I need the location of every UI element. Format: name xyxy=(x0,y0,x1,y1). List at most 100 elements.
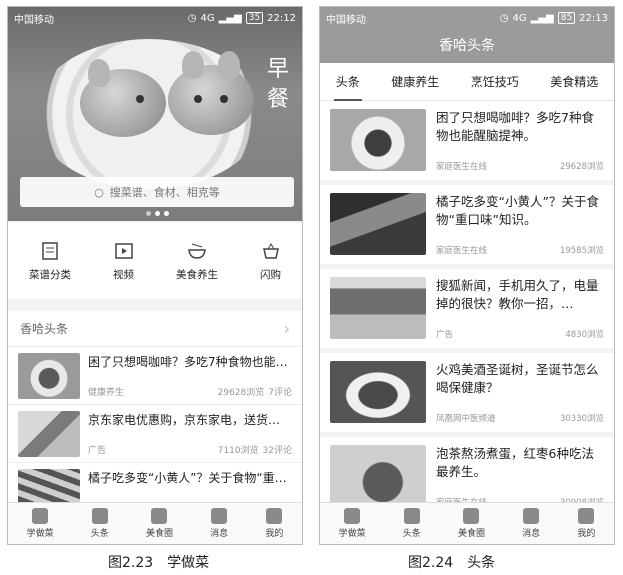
headline-section: 香哈头条 › 困了只想喝咖啡？多吃7种食物也能… 健康养生 29628浏览 7评… xyxy=(8,311,302,521)
article-source: 广告 xyxy=(88,446,107,456)
tab-headlines[interactable]: 头条 xyxy=(91,508,109,539)
list-item[interactable]: 火鸡美酒圣诞树，圣诞节怎么喝保健康？ 凤凰网中医频道 30330浏览 xyxy=(320,353,614,432)
user-icon xyxy=(578,508,595,524)
page-title: 香哈头条 xyxy=(439,38,495,54)
article-feed: 困了只想喝咖啡？多吃7种食物也能醒脑提神。 家庭医生在线 29628浏览 橘子吃多… xyxy=(320,101,614,521)
status-bar: 中国移动 ◷ 4G ▂▄▆ 35 22:12 xyxy=(8,7,302,29)
search-placeholder: 搜菜谱、食材、相克等 xyxy=(109,186,220,199)
tab-label: 美食圈 xyxy=(145,529,173,539)
article-source: 家庭医生在线 xyxy=(436,162,488,172)
article-views: 29628浏览 xyxy=(559,162,604,172)
hero-banner[interactable]: 早餐 中国移动 ◷ 4G ▂▄▆ 35 22:12 ○ 搜菜谱、食材、相克等 xyxy=(8,7,302,221)
article-title: 困了只想喝咖啡？多吃7种食物也能… xyxy=(88,355,288,369)
tab-health[interactable]: 健康养生 xyxy=(387,73,443,90)
tab-me[interactable]: 我的 xyxy=(265,508,283,539)
quicknav-flash-sale[interactable]: 闪购 xyxy=(260,241,281,282)
figure-caption: 图2.24 头条 xyxy=(408,555,496,571)
article-views: 19585浏览 xyxy=(559,246,604,256)
tab-messages[interactable]: 消息 xyxy=(210,508,228,539)
tab-food-circle[interactable]: 美食圈 xyxy=(146,508,173,539)
article-thumbnail xyxy=(18,411,80,457)
article-source: 凤凰网中医频道 xyxy=(436,414,496,424)
tab-cook[interactable]: 学做菜 xyxy=(27,508,54,539)
quicknav-label: 美食养生 xyxy=(176,268,218,281)
section-title: 香哈头条 xyxy=(20,322,69,336)
signal-icon: ▂▄▆ xyxy=(530,12,554,24)
article-title: 橘子吃多变“小黄人”？关于食物“重口味”知识。 xyxy=(436,194,599,227)
quicknav-label: 视频 xyxy=(113,268,134,281)
search-icon: ○ xyxy=(94,185,104,199)
document-icon xyxy=(91,508,108,524)
list-item[interactable]: 困了只想喝咖啡？多吃7种食物也能醒脑提神。 家庭医生在线 29628浏览 xyxy=(320,101,614,180)
user-icon xyxy=(266,508,283,524)
article-views: 7110浏览 xyxy=(217,446,259,456)
clock: 22:13 xyxy=(579,12,608,24)
article-source: 家庭医生在线 xyxy=(436,246,488,256)
battery-level: 35 xyxy=(245,12,264,24)
bun-left xyxy=(80,59,166,137)
bell-icon xyxy=(211,508,228,524)
bottom-tab-bar: 学做菜 头条 美食圈 消息 我的 xyxy=(8,502,302,544)
tab-cooking-tips[interactable]: 烹饪技巧 xyxy=(467,73,523,90)
tab-headlines[interactable]: 头条 xyxy=(403,508,421,539)
tab-me[interactable]: 我的 xyxy=(577,508,595,539)
menu-book-icon xyxy=(42,241,58,260)
carrier: 中国移动 xyxy=(326,14,366,26)
tab-food-circle[interactable]: 美食圈 xyxy=(458,508,485,539)
list-item[interactable]: 橘子吃多变“小黄人”？关于食物“重口味”知识。 家庭医生在线 19585浏览 xyxy=(320,185,614,264)
tab-label: 学做菜 xyxy=(26,529,54,539)
signal-label: 4G xyxy=(200,12,215,24)
alarm-icon: ◷ xyxy=(187,12,197,24)
tab-label: 我的 xyxy=(577,529,596,539)
top-bar: 中国移动 ◷ 4G ▂▄▆ 85 22:13 香哈头条 xyxy=(320,7,614,63)
article-thumbnail xyxy=(330,193,426,255)
section-header[interactable]: 香哈头条 › xyxy=(8,311,302,347)
tab-food-picks[interactable]: 美食精选 xyxy=(546,73,602,90)
quicknav-food-health[interactable]: 美食养生 xyxy=(176,241,218,282)
article-thumbnail xyxy=(330,361,426,423)
video-icon xyxy=(114,242,133,259)
battery-level: 85 xyxy=(557,12,576,24)
quicknav-video[interactable]: 视频 xyxy=(113,241,134,282)
article-comments: 32评论 xyxy=(262,446,292,456)
alarm-icon: ◷ xyxy=(499,12,509,24)
carrier: 中国移动 xyxy=(14,14,54,26)
article-views: 29628浏览 xyxy=(217,388,265,398)
carousel-dots[interactable] xyxy=(146,211,169,216)
tab-messages[interactable]: 消息 xyxy=(522,508,540,539)
clock: 22:12 xyxy=(267,12,296,24)
figure-caption: 图2.23 学做菜 xyxy=(108,555,210,571)
signal-icon: ▂▄▆ xyxy=(218,12,242,24)
chef-hat-icon xyxy=(344,508,361,524)
tab-label: 我的 xyxy=(265,529,284,539)
bowl-icon xyxy=(151,508,168,524)
article-views: 30330浏览 xyxy=(559,414,604,424)
article-source: 健康养生 xyxy=(88,388,125,398)
article-views: 4830浏览 xyxy=(565,330,604,340)
article-title: 火鸡美酒圣诞树，圣诞节怎么喝保健康？ xyxy=(436,362,599,395)
list-item[interactable]: 困了只想喝咖啡？多吃7种食物也能… 健康养生 29628浏览 7评论 xyxy=(8,347,302,405)
list-item[interactable]: 搜狐新闻，手机用久了，电量掉的很快？教你一招，… 广告 4830浏览 xyxy=(320,269,614,348)
article-title: 京东家电优惠购，京东家电，送货… xyxy=(88,413,281,427)
bell-icon xyxy=(523,508,540,524)
article-thumbnail xyxy=(330,109,426,171)
chevron-right-icon: › xyxy=(283,319,290,338)
list-item[interactable]: 京东家电优惠购，京东家电，送货… 广告 7110浏览 32评论 xyxy=(8,405,302,463)
hero-text: 早餐 xyxy=(266,57,289,112)
bowl-icon xyxy=(188,243,206,259)
bun-right xyxy=(168,51,254,135)
signal-label: 4G xyxy=(512,12,527,24)
tab-headlines[interactable]: 头条 xyxy=(332,73,364,101)
search-input[interactable]: ○ 搜菜谱、食材、相克等 xyxy=(20,177,294,207)
article-source: 广告 xyxy=(436,330,454,340)
tab-label: 学做菜 xyxy=(338,529,366,539)
category-tabs: 头条 健康养生 烹饪技巧 美食精选 xyxy=(320,63,614,101)
quick-nav: 菜谱分类 视频 美食养生 闪购 xyxy=(8,223,302,299)
quicknav-recipe-categories[interactable]: 菜谱分类 xyxy=(29,241,71,282)
tab-cook[interactable]: 学做菜 xyxy=(339,508,366,539)
bowl-icon xyxy=(463,508,480,524)
basket-icon xyxy=(262,242,279,259)
article-thumbnail xyxy=(330,277,426,339)
article-thumbnail xyxy=(18,353,80,399)
phone-screen-headlines: 中国移动 ◷ 4G ▂▄▆ 85 22:13 香哈头条 头条 健康养生 烹饪技巧… xyxy=(319,6,615,545)
